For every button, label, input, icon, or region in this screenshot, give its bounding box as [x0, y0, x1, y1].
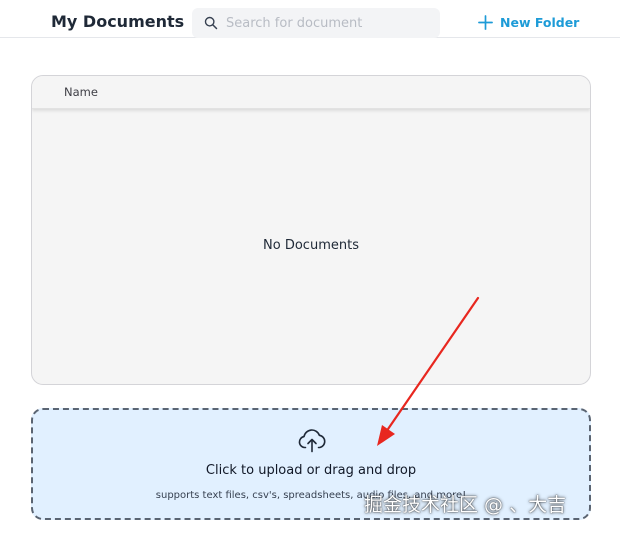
plus-icon [478, 14, 493, 30]
page-title: My Documents [51, 12, 185, 31]
new-folder-label: New Folder [500, 14, 580, 30]
documents-table: Name No Documents [31, 75, 591, 385]
column-header-name[interactable]: Name [64, 85, 98, 99]
upload-title: Click to upload or drag and drop [205, 463, 417, 478]
empty-state-message: No Documents [263, 238, 359, 253]
table-header: Name [32, 76, 590, 109]
top-bar: My Documents New Folder [0, 0, 620, 38]
cloud-upload-icon [298, 429, 326, 453]
new-folder-button[interactable]: New Folder [478, 11, 579, 33]
watermark: 掘金技术社区 @ 、大吉 [364, 494, 567, 516]
search-box[interactable] [192, 8, 440, 38]
search-icon [204, 16, 218, 30]
search-input[interactable] [226, 8, 431, 38]
